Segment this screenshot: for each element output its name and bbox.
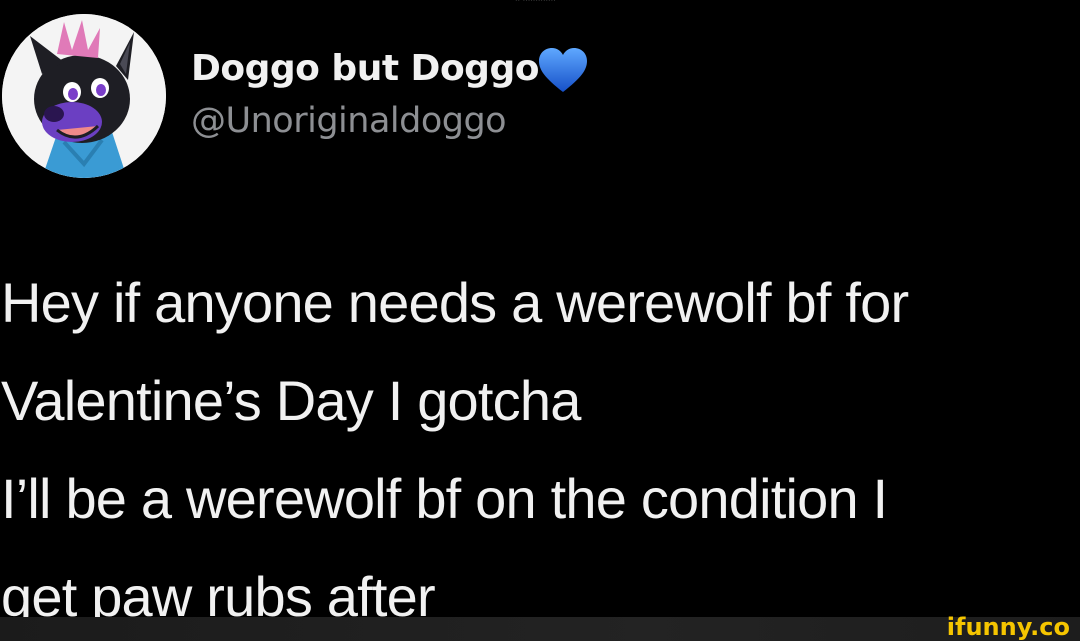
display-name[interactable]: Doggo but Doggo	[191, 48, 539, 89]
cropped-top-caption: ·· ·············	[515, 0, 556, 5]
display-name-row: Doggo but Doggo	[191, 40, 591, 96]
tweet-line: Hey if anyone needs a werewolf bf for	[1, 271, 909, 334]
watermark-footer-bar	[0, 617, 1080, 641]
blue-heart-icon	[535, 46, 591, 96]
werewolf-avatar-icon	[2, 14, 166, 178]
tweet-body: Hey if anyone needs a werewolf bf for Va…	[1, 254, 1080, 641]
ifunny-watermark: ifunny.co	[946, 613, 1070, 641]
meme-screenshot: ·· ············· Doggo but Doggo @Unorig…	[0, 0, 1080, 641]
tweet-line: Valentine’s Day I gotcha	[1, 369, 581, 432]
tweet-line: I’ll be a werewolf bf on the condition I	[1, 467, 888, 530]
user-handle[interactable]: @Unoriginaldoggo	[191, 101, 507, 141]
avatar[interactable]	[2, 14, 166, 178]
